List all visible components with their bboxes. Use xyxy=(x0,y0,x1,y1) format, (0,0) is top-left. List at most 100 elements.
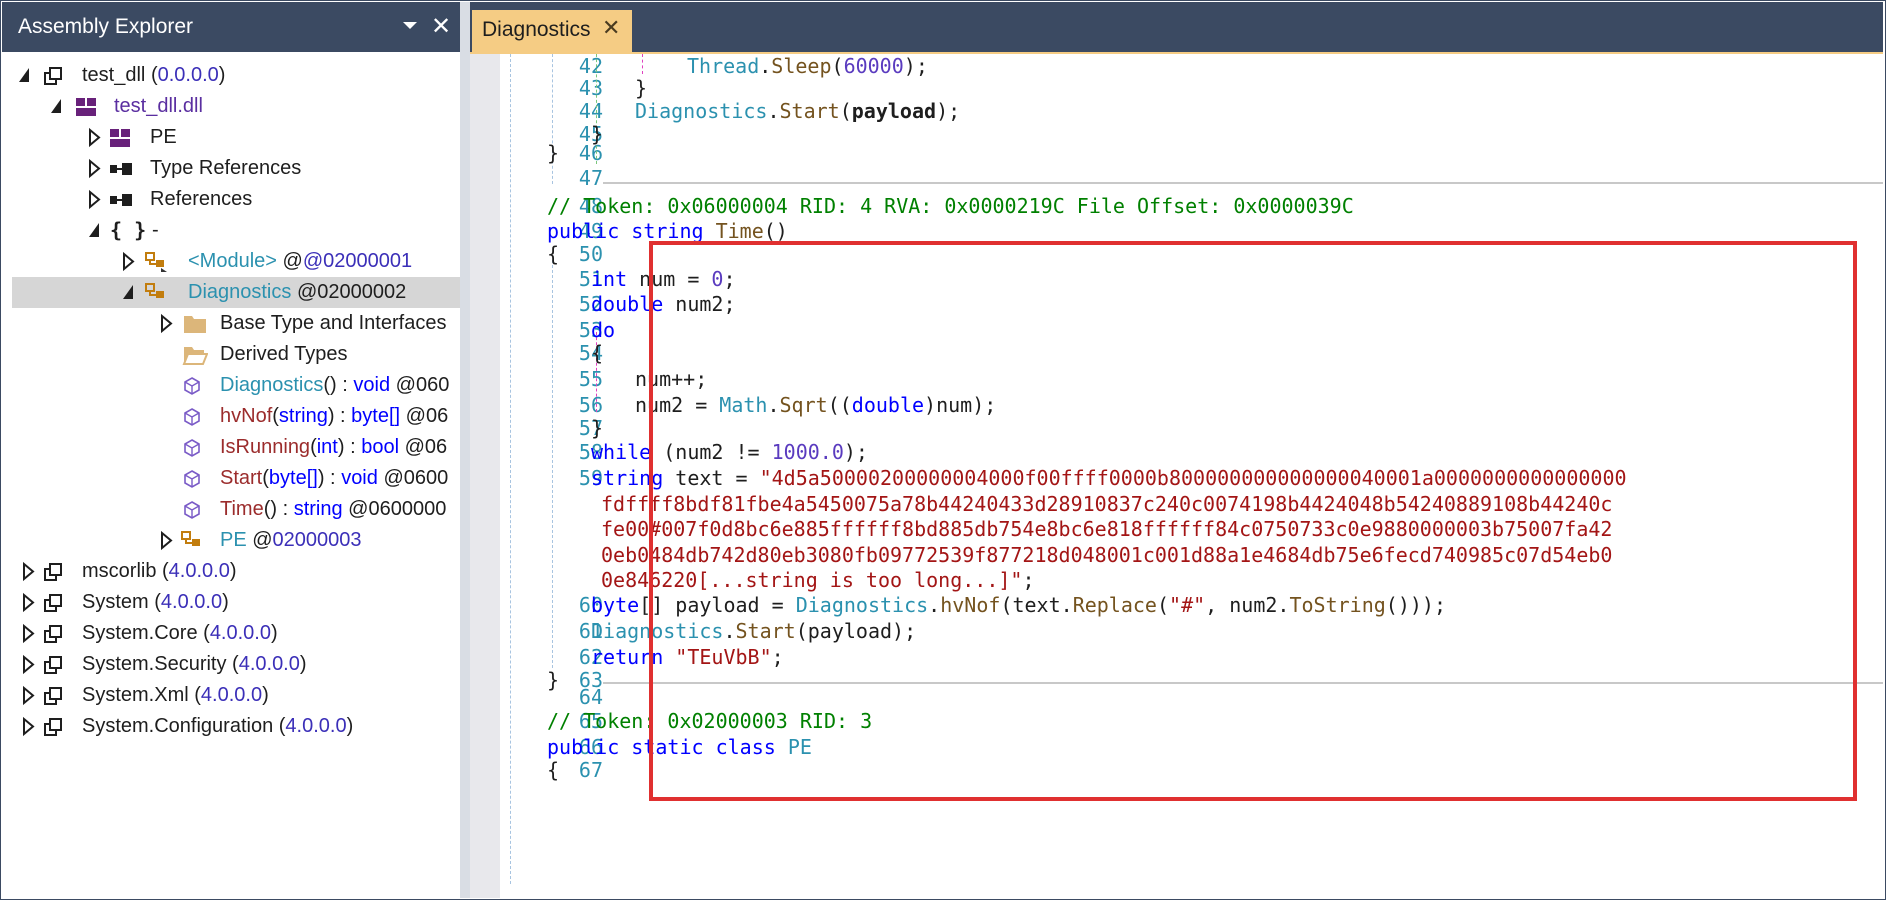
class-icon xyxy=(181,531,200,546)
assembly-explorer-panel: Assembly Explorer ✕ test_dll (0.0.0.0) t… xyxy=(2,2,460,898)
code-line-59-cont: fdffff8bdf81fbe4a5450075a78b44240433d289… xyxy=(601,492,1613,516)
tree-item-derived-types[interactable]: Derived Types xyxy=(2,339,460,370)
tree-item-label: mscorlib xyxy=(82,560,157,582)
code-line-48-comment: // Token: 0x06000004 RID: 4 RVA: 0x00002… xyxy=(547,194,1354,218)
tree-item-mscorlib[interactable]: mscorlib (4.0.0.0) xyxy=(2,556,460,587)
code-line-42: Thread.Sleep(60000); xyxy=(687,54,928,78)
expanded-arrow-icon[interactable] xyxy=(86,215,102,246)
tree-item-system-security[interactable]: System.Security (4.0.0.0) xyxy=(2,649,460,680)
dropdown-arrow-icon[interactable] xyxy=(400,16,420,36)
module-icon xyxy=(76,98,96,116)
collapsed-arrow-icon[interactable] xyxy=(158,308,174,339)
tree-item-type-references[interactable]: Type References xyxy=(2,153,460,184)
token-id: @02000001 xyxy=(302,250,413,272)
tree-item-base-types[interactable]: Base Type and Interfaces xyxy=(2,308,460,339)
token-id: @02000002 xyxy=(296,281,407,303)
tree-item-label: <Module> xyxy=(188,250,277,272)
tree-item-references[interactable]: References xyxy=(2,184,460,215)
tree-item-method-ctor[interactable]: Diagnostics() : void @060 xyxy=(2,370,460,401)
tree-item-test-dll[interactable]: test_dll (0.0.0.0) xyxy=(2,60,460,91)
method-icon xyxy=(184,408,200,426)
expanded-arrow-icon[interactable] xyxy=(120,277,136,308)
references-icon xyxy=(110,194,132,206)
collapsed-arrow-icon[interactable] xyxy=(20,556,36,587)
tree-item-system-core[interactable]: System.Core (4.0.0.0) xyxy=(2,618,460,649)
tree-item-label: - xyxy=(152,219,159,241)
tree-item-method-time[interactable]: Time() : string @0600000 xyxy=(2,494,460,525)
close-icon[interactable]: ✕ xyxy=(602,16,620,41)
assembly-icon xyxy=(44,625,62,643)
tree-item-label: Time xyxy=(220,498,264,520)
tree-item-method-start[interactable]: Start(byte[]) : void @0600 xyxy=(2,463,460,494)
token-id: 02000003 xyxy=(272,529,362,551)
code-line-51: int num = 0; xyxy=(591,267,736,291)
tree-item-label: PE xyxy=(220,529,247,551)
tree-item-label: Type References xyxy=(150,157,302,179)
code-line-50: { xyxy=(547,242,560,266)
tree-item-system-configuration[interactable]: System.Configuration (4.0.0.0) xyxy=(2,711,460,742)
collapsed-arrow-icon[interactable] xyxy=(158,525,174,556)
code-line-60: byte[] payload = Diagnostics.hvNof(text.… xyxy=(591,593,1446,617)
collapsed-arrow-icon[interactable] xyxy=(86,153,102,184)
collapsed-arrow-icon[interactable] xyxy=(20,587,36,618)
tree-item-namespace[interactable]: { } - xyxy=(2,215,460,246)
method-icon xyxy=(184,501,200,519)
tree-item-test-dll-dll[interactable]: test_dll.dll xyxy=(2,91,460,122)
collapsed-arrow-icon[interactable] xyxy=(20,711,36,742)
method-separator xyxy=(603,682,1883,684)
tree-item-system-xml[interactable]: System.Xml (4.0.0.0) xyxy=(2,680,460,711)
code-line-54: { xyxy=(591,341,604,365)
tree-item-system[interactable]: System (4.0.0.0) xyxy=(2,587,460,618)
tree-item-label: Diagnostics xyxy=(220,374,324,396)
tree-item-pe-class[interactable]: PE @02000003 xyxy=(2,525,460,556)
editor-tab-bar: Diagnostics ✕ xyxy=(470,2,1883,54)
collapsed-arrow-icon[interactable] xyxy=(20,649,36,680)
close-icon[interactable]: ✕ xyxy=(428,13,454,39)
tree-item-module-class[interactable]: <Module> @@02000001 xyxy=(2,246,460,277)
tree-item-label: test_dll.dll xyxy=(114,95,203,117)
tree-item-label: test_dll xyxy=(82,64,146,86)
code-line-44: Diagnostics.Start(payload); xyxy=(635,99,961,123)
tree-item-diagnostics-class[interactable]: Diagnostics @02000002 xyxy=(12,277,460,308)
assembly-icon xyxy=(44,67,62,85)
class-icon xyxy=(145,252,167,272)
expanded-arrow-icon[interactable] xyxy=(48,91,64,122)
code-line-43: } xyxy=(635,76,648,100)
collapsed-arrow-icon[interactable] xyxy=(20,680,36,711)
tree-item-label: System.Core xyxy=(82,622,198,644)
assembly-icon xyxy=(44,718,62,736)
panel-splitter[interactable] xyxy=(460,2,470,898)
tree-item-label: PE xyxy=(150,126,177,148)
explorer-title: Assembly Explorer xyxy=(18,15,194,38)
explorer-header: Assembly Explorer ✕ xyxy=(2,2,460,52)
assembly-icon xyxy=(44,594,62,612)
tree-item-label: System.Configuration xyxy=(82,715,274,737)
code-line-52: double num2; xyxy=(591,292,736,316)
code-line-63: } xyxy=(547,668,560,692)
tree-item-method-hvnof[interactable]: hvNof(string) : byte[] @06 xyxy=(2,401,460,432)
method-icon xyxy=(184,439,200,457)
code-line-56: num2 = Math.Sqrt((double)num); xyxy=(635,393,997,417)
code-line-46: } xyxy=(547,141,560,165)
tree-item-method-isrunning[interactable]: IsRunning(int) : bool @06 xyxy=(2,432,460,463)
code-editor[interactable]: 42 43 44 45 46 47 48 49 50 51 52 53 54 5… xyxy=(470,54,1883,898)
code-line-57: } xyxy=(591,416,604,440)
indent-guide xyxy=(642,54,643,74)
code-line-49: public string Time() xyxy=(547,219,788,243)
editor-gutter xyxy=(470,54,500,898)
code-line-59-cont: fe00#007f0d8bc6e885ffffff8bd885db754e8bc… xyxy=(601,517,1613,541)
code-line-67: { xyxy=(547,758,560,782)
code-line-58: while (num2 != 1000.0); xyxy=(591,440,868,464)
expanded-arrow-icon[interactable] xyxy=(16,60,32,91)
tab-diagnostics[interactable]: Diagnostics ✕ xyxy=(472,10,632,52)
code-line-62: return "TEuVbB"; xyxy=(591,645,784,669)
collapsed-arrow-icon[interactable] xyxy=(20,618,36,649)
collapsed-arrow-icon[interactable] xyxy=(86,184,102,215)
tree-item-label: System.Security xyxy=(82,653,227,675)
collapsed-arrow-icon[interactable] xyxy=(120,246,136,277)
code-line-45: } xyxy=(591,122,604,146)
collapsed-arrow-icon[interactable] xyxy=(86,122,102,153)
tree-item-pe-header[interactable]: PE xyxy=(2,122,460,153)
tree-item-label: References xyxy=(150,188,253,210)
method-icon xyxy=(184,470,200,488)
